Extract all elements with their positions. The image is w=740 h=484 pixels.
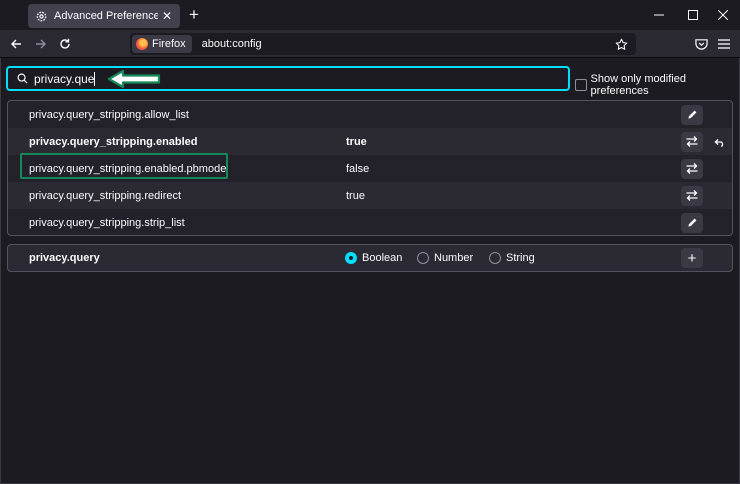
table-row[interactable]: privacy.query_stripping.allow_list bbox=[8, 101, 732, 128]
identity-box[interactable]: Firefox bbox=[132, 35, 192, 53]
pref-name: privacy.query_stripping.redirect bbox=[29, 189, 182, 202]
type-label: String bbox=[506, 252, 535, 264]
pref-value: true bbox=[346, 189, 365, 202]
table-row[interactable]: privacy.query_stripping.enabled true bbox=[8, 128, 732, 155]
forward-arrow-icon[interactable] bbox=[31, 34, 51, 54]
pencil-icon bbox=[687, 218, 696, 227]
add-button[interactable]: + bbox=[681, 248, 703, 268]
text-caret bbox=[94, 71, 95, 86]
toggle-button[interactable] bbox=[681, 131, 703, 152]
toggle-arrows-icon bbox=[686, 190, 698, 201]
type-radio-string[interactable]: String bbox=[489, 252, 535, 264]
checkbox-box[interactable] bbox=[575, 79, 587, 91]
toggle-button[interactable] bbox=[681, 158, 703, 179]
toggle-arrows-icon bbox=[686, 163, 698, 174]
pref-name: privacy.query_stripping.allow_list bbox=[29, 108, 189, 121]
type-radio-number[interactable]: Number bbox=[417, 252, 473, 264]
show-modified-label: Show only modified preferences bbox=[590, 73, 686, 97]
show-modified-checkbox[interactable]: Show only modified preferences bbox=[575, 73, 740, 97]
pref-value: false bbox=[346, 162, 370, 175]
search-icon bbox=[16, 73, 28, 85]
close-icon[interactable] bbox=[714, 6, 732, 24]
new-tab-button[interactable]: + bbox=[184, 5, 204, 25]
pref-name: privacy.query_stripping.strip_list bbox=[29, 216, 185, 229]
navigation-bar: Firefox about:config bbox=[0, 30, 740, 58]
type-label: Boolean bbox=[362, 252, 403, 264]
close-icon[interactable]: ✕ bbox=[158, 7, 176, 25]
pencil-icon bbox=[687, 110, 696, 119]
firefox-logo-icon bbox=[136, 38, 148, 50]
minimize-icon[interactable] bbox=[650, 6, 668, 24]
table-row[interactable]: privacy.query_stripping.redirect true bbox=[8, 182, 732, 209]
toggle-arrows-icon bbox=[686, 136, 698, 147]
tab-advanced-preferences[interactable]: Advanced Preferences ✕ bbox=[28, 4, 180, 28]
pref-name: privacy.query_stripping.enabled bbox=[29, 135, 198, 148]
maximize-icon[interactable] bbox=[684, 6, 702, 24]
url-bar[interactable]: Firefox about:config bbox=[130, 33, 636, 55]
pocket-icon[interactable] bbox=[691, 34, 711, 54]
pref-value: true bbox=[346, 135, 367, 148]
reload-icon[interactable] bbox=[55, 34, 75, 54]
radio-selected-icon[interactable] bbox=[345, 252, 357, 264]
type-radio-boolean[interactable]: Boolean bbox=[345, 252, 402, 264]
radio-unselected-icon[interactable] bbox=[417, 252, 429, 264]
preferences-table: privacy.query_stripping.allow_list priva… bbox=[7, 100, 733, 236]
tab-title: Advanced Preferences bbox=[54, 10, 158, 22]
add-preference-row: privacy.query Boolean Number String + bbox=[7, 244, 733, 272]
gear-icon bbox=[34, 9, 48, 23]
menu-hamburger-icon[interactable] bbox=[714, 34, 734, 54]
url-text[interactable]: about:config bbox=[202, 38, 262, 50]
search-field[interactable] bbox=[6, 66, 570, 91]
type-label: Number bbox=[434, 252, 474, 264]
undo-icon bbox=[713, 138, 723, 147]
reset-button[interactable] bbox=[710, 133, 728, 151]
annotation-arrow-icon bbox=[107, 69, 161, 89]
toggle-button[interactable] bbox=[681, 185, 703, 206]
edit-button[interactable] bbox=[681, 212, 703, 233]
search-input[interactable] bbox=[34, 71, 94, 86]
tab-bar: Advanced Preferences ✕ + bbox=[0, 0, 740, 30]
new-pref-name: privacy.query bbox=[29, 252, 100, 264]
back-arrow-icon[interactable] bbox=[6, 34, 26, 54]
bookmark-star-icon[interactable] bbox=[612, 35, 630, 53]
radio-unselected-icon[interactable] bbox=[489, 252, 501, 264]
highlight-annotation-box bbox=[20, 153, 228, 179]
identity-label: Firefox bbox=[152, 38, 186, 50]
edit-button[interactable] bbox=[681, 104, 703, 125]
table-row[interactable]: privacy.query_stripping.strip_list bbox=[8, 209, 732, 235]
